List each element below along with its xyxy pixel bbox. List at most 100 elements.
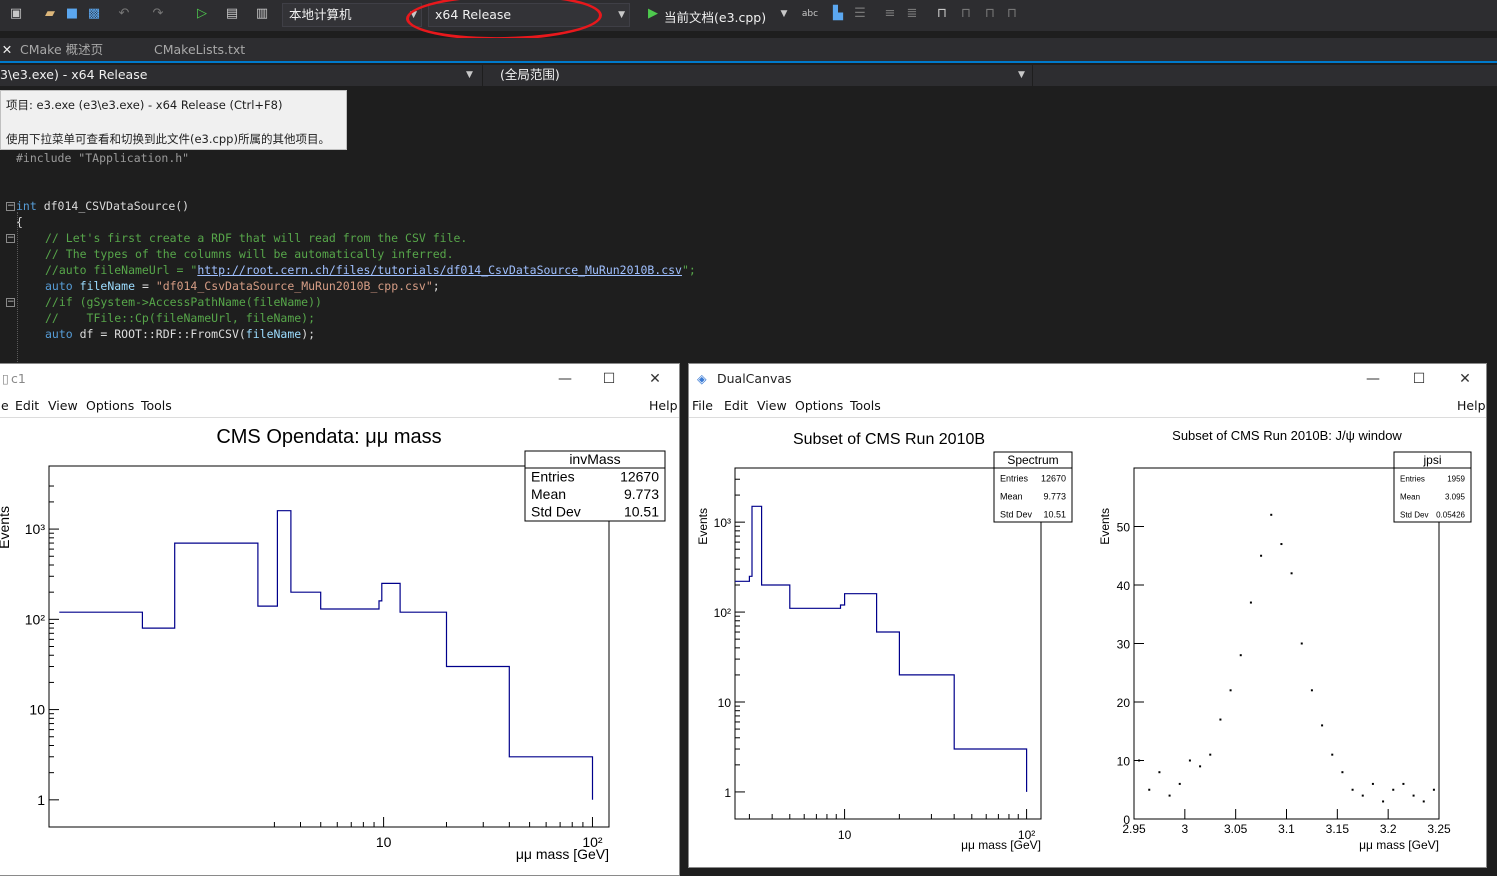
code-line-filename: auto fileName = "df014_CsvDataSource_MuR… [45, 279, 440, 293]
tab-cmake-overview[interactable]: CMake 概述页 [20, 38, 103, 61]
window-title-bar[interactable]: ▯ c1 — ☐ ✕ [0, 364, 679, 394]
bookmark-icon[interactable]: ⊓ [934, 6, 950, 22]
menu-view[interactable]: View [48, 394, 78, 418]
menu-help[interactable]: Help [649, 394, 678, 418]
y-tick-label: 40 [1117, 579, 1131, 593]
stats-name: jpsi [1422, 453, 1441, 467]
chevron-down-icon[interactable]: ▼ [776, 6, 792, 22]
fold-icon[interactable]: − [6, 202, 15, 211]
scatter-point [1300, 642, 1303, 645]
save-file-icon[interactable]: ▥ [254, 6, 270, 22]
scatter-point [1188, 759, 1191, 762]
menu-edit[interactable]: Edit [15, 394, 39, 418]
stats-value: 12670 [620, 468, 659, 484]
spell-check-icon[interactable]: abc [800, 6, 820, 22]
scatter-point [1412, 794, 1415, 797]
bookmark-clear-icon[interactable]: ⊓ [1004, 6, 1020, 22]
fold-icon[interactable]: − [6, 234, 15, 243]
stats-value: 9.773 [624, 486, 659, 502]
save-icon[interactable]: ■ [64, 6, 80, 22]
stats-value: 10.51 [624, 504, 659, 520]
undo-icon[interactable]: ↶ [116, 6, 132, 22]
scatter-point [1178, 782, 1181, 785]
invmass-histogram: CMS Opendata: μμ massμμ mass [GeV]Events… [0, 426, 666, 862]
scatter-point [1290, 572, 1293, 575]
y-tick-label: 10 [29, 702, 45, 718]
menu-tools[interactable]: Tools [850, 394, 881, 418]
scatter-point [1361, 794, 1364, 797]
bookmark-prev-icon[interactable]: ⊓ [958, 6, 974, 22]
menu-file[interactable]: e [1, 394, 9, 418]
navigation-bar: 3\e3.exe) - x64 Release ▼ (全局范围) ▼ [0, 65, 1497, 86]
indent-icon[interactable]: ≣ [904, 6, 920, 22]
tab-cmakelists[interactable]: CMakeLists.txt [154, 38, 245, 61]
project-dropdown[interactable]: 3\e3.exe) - x64 Release [0, 65, 147, 85]
code-line-include: #include "TApplication.h" [16, 151, 190, 165]
new-project-icon[interactable]: ▣ [8, 6, 24, 22]
menu-options[interactable]: Options [795, 394, 843, 418]
scatter-point [1260, 554, 1263, 557]
menu-help[interactable]: Help [1457, 394, 1486, 418]
document-tab-bar: ✕ CMake 概述页 CMakeLists.txt [0, 38, 1497, 63]
run-icon[interactable]: ▷ [194, 6, 210, 22]
red-annotation-circle [405, 0, 603, 42]
close-icon[interactable]: ✕ [633, 364, 677, 394]
stats-name: invMass [569, 451, 620, 467]
x-tick-label: 10 [838, 828, 852, 842]
x-tick-label: 10² [582, 834, 603, 850]
scatter-point [1432, 788, 1435, 791]
y-tick-label: 10³ [25, 521, 46, 537]
fold-icon[interactable]: − [6, 298, 15, 307]
maximize-icon[interactable]: ☐ [587, 364, 631, 394]
canvas-window-c1[interactable]: ▯ c1 — ☐ ✕ e Edit View Options Tools Hel… [0, 363, 680, 876]
project-tooltip: 项目: e3.exe (e3\e3.exe) - x64 Release (Ct… [0, 90, 347, 150]
redo-icon[interactable]: ↷ [150, 6, 166, 22]
menu-file[interactable]: File [692, 394, 713, 418]
canvas-window-dualcanvas[interactable]: ◈ DualCanvas — ☐ ✕ File Edit View Option… [688, 363, 1487, 868]
x-tick-label: 3 [1181, 822, 1188, 836]
bookmark-next-icon[interactable]: ⊓ [982, 6, 998, 22]
minimize-icon[interactable]: — [543, 364, 587, 394]
stats-value: 12670 [1041, 474, 1066, 484]
x-tick-label: 3.1 [1278, 822, 1295, 836]
chevron-down-icon[interactable]: ▼ [1018, 65, 1025, 85]
window-menu-bar: File Edit View Options Tools Help [689, 394, 1486, 418]
minimize-icon[interactable]: — [1351, 364, 1395, 394]
open-file-icon[interactable]: ▤ [224, 6, 240, 22]
open-folder-icon[interactable]: ▰ [42, 6, 58, 22]
step-icon[interactable]: ▙ [830, 6, 846, 22]
chevron-down-icon[interactable]: ▼ [466, 65, 473, 85]
scatter-point [1168, 794, 1171, 797]
x-tick-label: 10 [376, 834, 392, 850]
canvas-app-icon: ▯ [2, 371, 9, 386]
menu-tools[interactable]: Tools [141, 394, 172, 418]
menu-view[interactable]: View [757, 394, 787, 418]
stats-value: 1959 [1447, 475, 1465, 484]
stats-name: Spectrum [1007, 453, 1058, 467]
stats-label: Std Dev [1000, 510, 1033, 520]
machine-dropdown-value: 本地计算机 [289, 7, 352, 22]
window-title-bar[interactable]: ◈ DualCanvas — ☐ ✕ [689, 364, 1486, 394]
chart-title: CMS Opendata: μμ mass [216, 426, 441, 448]
save-all-icon[interactable]: ▩ [86, 6, 102, 22]
code-line-comment-5: //if (gSystem->AccessPathName(fileName)) [45, 295, 322, 309]
machine-dropdown[interactable]: 本地计算机 ▼ [282, 3, 422, 27]
scatter-point [1138, 759, 1141, 762]
spectrum-histogram: Subset of CMS Run 2010Bμμ mass [GeV]Even… [696, 431, 1073, 852]
menu-edit[interactable]: Edit [724, 394, 748, 418]
close-icon[interactable]: ✕ [1443, 364, 1487, 394]
scatter-point [1341, 771, 1344, 774]
menu-options[interactable]: Options [86, 394, 134, 418]
scatter-point [1249, 601, 1252, 604]
scope-dropdown[interactable]: (全局范围) [500, 65, 560, 85]
stats-label: Entries [531, 468, 575, 484]
start-debug-icon[interactable]: ▶ [645, 6, 661, 22]
scatter-point [1402, 782, 1405, 785]
y-tick-label: 10² [25, 611, 46, 627]
close-icon[interactable]: ✕ [0, 38, 14, 61]
maximize-icon[interactable]: ☐ [1397, 364, 1441, 394]
startup-target-label[interactable]: 当前文档(e3.cpp) [664, 7, 766, 26]
outdent-icon[interactable]: ≡ [882, 6, 898, 22]
format-icon[interactable]: ☰ [852, 6, 868, 22]
code-line-df: auto df = ROOT::RDF::FromCSV(fileName); [45, 327, 316, 341]
